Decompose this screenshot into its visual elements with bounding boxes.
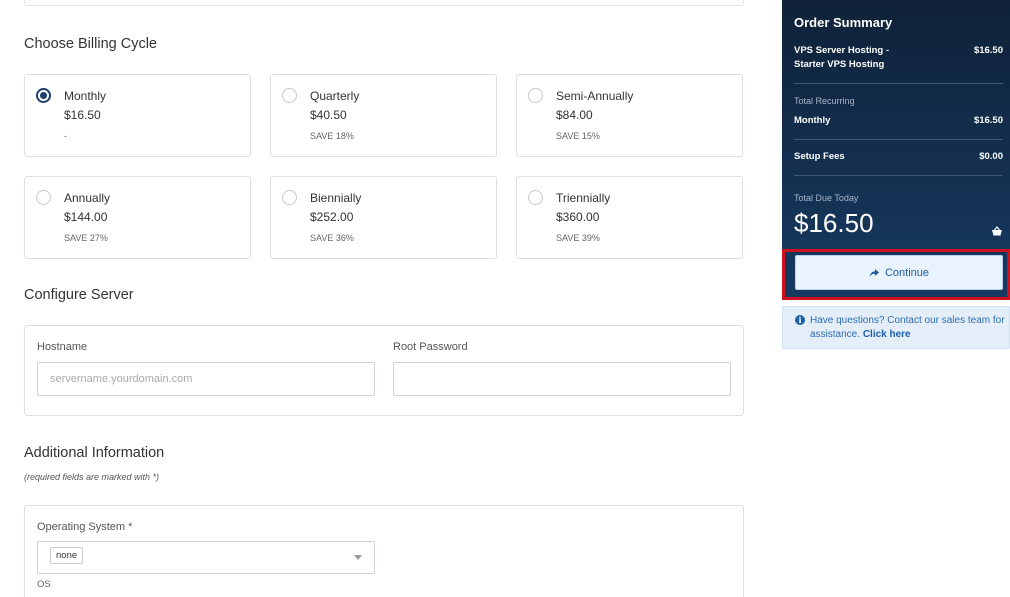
hostname-input[interactable] <box>37 362 375 396</box>
setup-fees-value: $0.00 <box>979 151 1003 162</box>
billing-option-name: Annually <box>64 191 111 205</box>
radio-triennially[interactable] <box>528 190 543 205</box>
billing-option-save: SAVE 36% <box>310 233 354 243</box>
total-recurring-label: Total Recurring <box>794 96 855 106</box>
chevron-down-icon <box>354 555 362 560</box>
previous-section-card <box>24 0 744 6</box>
operating-system-label: Operating System * <box>37 521 133 533</box>
billing-option-name: Quarterly <box>310 89 360 103</box>
billing-option-price: $40.50 <box>310 108 347 122</box>
help-text: Have questions? Contact our sales team f… <box>810 314 1006 342</box>
summary-divider <box>794 175 1003 176</box>
operating-system-selected-tag: none <box>50 547 84 564</box>
configure-server-title: Configure Server <box>24 287 134 303</box>
radio-semi-annually[interactable] <box>528 88 543 103</box>
operating-system-select[interactable]: none <box>37 541 375 574</box>
monthly-label: Monthly <box>794 115 831 126</box>
help-box: i Have questions? Contact our sales team… <box>782 306 1010 349</box>
billing-option-semi-annually[interactable]: Semi-Annually $84.00 SAVE 15% <box>516 74 743 157</box>
billing-option-monthly[interactable]: Monthly $16.50 - <box>24 74 251 157</box>
setup-fees-label: Setup Fees <box>794 151 845 162</box>
billing-option-triennially[interactable]: Triennially $360.00 SAVE 39% <box>516 176 743 259</box>
radio-biennially[interactable] <box>282 190 297 205</box>
configure-server-panel: Hostname Root Password <box>24 325 744 416</box>
required-fields-note: (required fields are marked with *) <box>24 472 160 482</box>
radio-quarterly[interactable] <box>282 88 297 103</box>
monthly-value: $16.50 <box>973 115 1003 126</box>
summary-divider <box>794 139 1003 140</box>
billing-option-name: Monthly <box>64 89 107 103</box>
billing-option-biennially[interactable]: Biennially $252.00 SAVE 36% <box>270 176 497 259</box>
root-password-input[interactable] <box>393 362 731 396</box>
billing-option-quarterly[interactable]: Quarterly $40.50 SAVE 18% <box>270 74 497 157</box>
total-due-label: Total Due Today <box>794 193 859 203</box>
billing-option-save: SAVE 39% <box>556 233 600 243</box>
billing-option-name: Triennially <box>556 191 611 205</box>
radio-monthly[interactable] <box>36 88 51 103</box>
billing-option-price: $144.00 <box>64 210 108 224</box>
billing-cycle-title: Choose Billing Cycle <box>24 36 157 52</box>
billing-option-save: - <box>64 131 67 141</box>
billing-option-price: $84.00 <box>556 108 593 122</box>
billing-option-name: Semi-Annually <box>556 89 634 103</box>
additional-info-title: Additional Information <box>24 445 165 461</box>
radio-annually[interactable] <box>36 190 51 205</box>
root-password-label: Root Password <box>393 341 468 353</box>
billing-option-price: $16.50 <box>64 108 101 122</box>
product-name-line1: VPS Server Hosting - <box>794 45 890 56</box>
summary-divider <box>794 83 1003 84</box>
total-due-value: $16.50 <box>794 208 874 238</box>
additional-info-panel: Operating System * none OS <box>24 505 744 597</box>
order-summary-title: Order Summary <box>794 15 893 30</box>
product-price: $16.50 <box>973 45 1003 56</box>
operating-system-help: OS <box>37 579 51 590</box>
product-name-line2: Starter VPS Hosting <box>794 59 885 70</box>
continue-label: Continue <box>884 266 930 279</box>
info-icon: i <box>795 315 805 325</box>
basket-icon <box>992 226 1002 236</box>
billing-option-price: $252.00 <box>310 210 354 224</box>
share-arrow-icon <box>869 268 879 277</box>
billing-option-name: Biennially <box>310 191 362 205</box>
billing-option-save: SAVE 15% <box>556 131 600 141</box>
billing-option-annually[interactable]: Annually $144.00 SAVE 27% <box>24 176 251 259</box>
continue-button[interactable]: Continue <box>795 255 1003 290</box>
billing-option-save: SAVE 27% <box>64 233 108 243</box>
hostname-label: Hostname <box>37 341 88 353</box>
billing-option-price: $360.00 <box>556 210 600 224</box>
click-here-link[interactable]: Click here <box>863 329 911 340</box>
billing-option-save: SAVE 18% <box>310 131 354 141</box>
